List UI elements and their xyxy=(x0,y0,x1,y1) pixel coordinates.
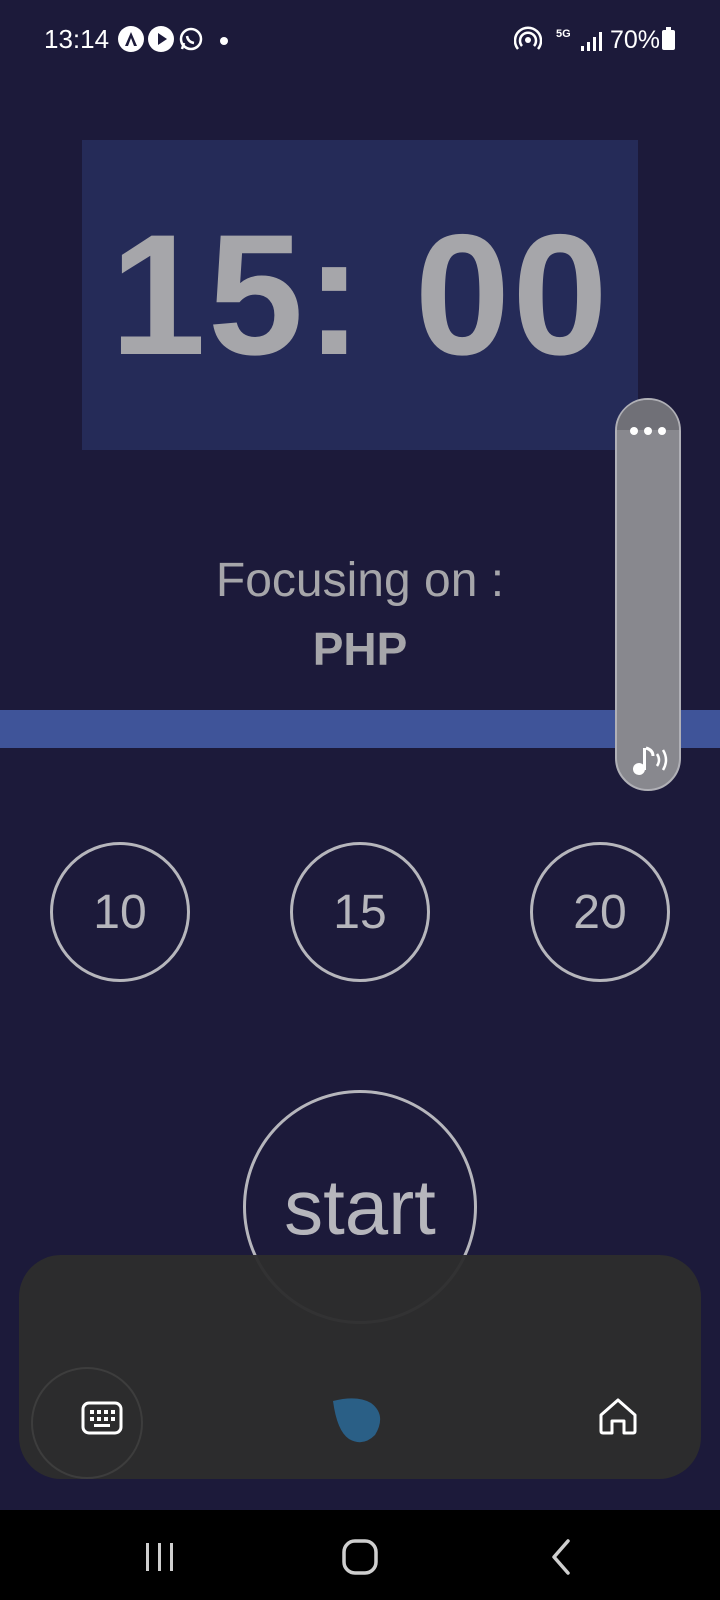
progress-fill xyxy=(0,710,720,748)
timer-display: 15: 00 xyxy=(110,199,610,391)
notification-dot xyxy=(220,37,228,45)
preset-10-button[interactable]: 10 xyxy=(50,842,190,982)
back-icon[interactable] xyxy=(540,1535,584,1579)
network-type: 5G xyxy=(556,28,571,40)
home-icon[interactable] xyxy=(597,1395,639,1437)
battery-icon xyxy=(662,27,675,50)
signal-icon xyxy=(580,30,602,57)
assistant-blob-icon[interactable] xyxy=(331,1397,387,1447)
arc-app-icon xyxy=(118,26,144,52)
preset-20-button[interactable]: 20 xyxy=(530,842,670,982)
navigation-bar xyxy=(0,1510,720,1600)
overlay-toolbar xyxy=(19,1255,701,1479)
focus-subject: PHP xyxy=(312,623,408,675)
progress-bar xyxy=(0,710,720,748)
status-time: 13:14 xyxy=(44,24,110,54)
battery-percent: 70% xyxy=(610,26,661,54)
hotspot-icon xyxy=(513,26,543,57)
recents-icon[interactable] xyxy=(138,1535,182,1579)
audio-icon[interactable] xyxy=(629,742,671,783)
more-options-icon[interactable] xyxy=(630,427,670,435)
focus-label: Focusing on : xyxy=(215,554,505,607)
home-nav-icon[interactable] xyxy=(338,1535,382,1579)
play-store-icon xyxy=(148,26,174,52)
whatsapp-icon xyxy=(178,26,204,57)
floating-media-panel[interactable] xyxy=(615,398,681,791)
keyboard-icon[interactable] xyxy=(81,1399,123,1437)
timer-panel: 15: 00 xyxy=(82,140,638,450)
floating-panel-handle[interactable] xyxy=(617,400,679,430)
status-bar: 13:14 5G 70% xyxy=(0,0,720,84)
preset-15-button[interactable]: 15 xyxy=(290,842,430,982)
